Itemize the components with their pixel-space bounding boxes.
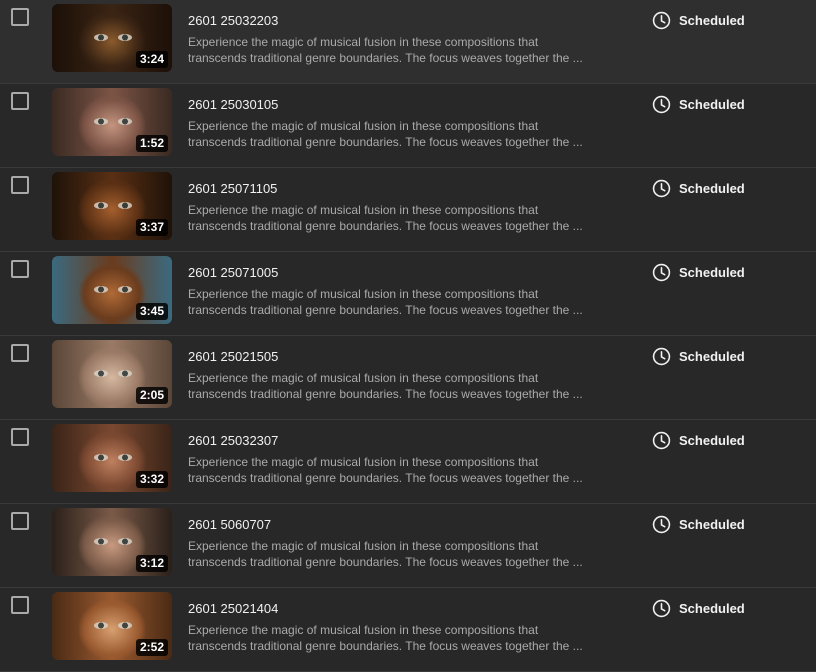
video-title[interactable]: 2601 5060707 bbox=[188, 517, 271, 532]
status-label: Scheduled bbox=[679, 180, 745, 196]
thumbnail-eye bbox=[94, 34, 108, 41]
status-label: Scheduled bbox=[679, 348, 745, 364]
duration-badge: 2:05 bbox=[135, 387, 168, 404]
video-description: Experience the magic of musical fusion i… bbox=[188, 455, 583, 485]
video-row[interactable]: 3:24 2601 25032203 Experience the magic … bbox=[0, 0, 816, 84]
video-title[interactable]: 2601 25032307 bbox=[188, 433, 278, 448]
duration-badge: 3:37 bbox=[135, 219, 168, 236]
video-row[interactable]: 3:37 2601 25071105 Experience the magic … bbox=[0, 168, 816, 252]
video-row[interactable]: 2:05 2601 25021505 Experience the magic … bbox=[0, 336, 816, 420]
thumbnail-eye bbox=[118, 538, 132, 545]
thumbnail-eye bbox=[118, 34, 132, 41]
duration-badge: 2:52 bbox=[135, 639, 168, 656]
thumbnail-eye bbox=[94, 286, 108, 293]
thumbnail-eye bbox=[94, 454, 108, 461]
duration-badge: 3:45 bbox=[135, 303, 168, 320]
video-description: Experience the magic of musical fusion i… bbox=[188, 35, 583, 65]
duration-badge: 1:52 bbox=[135, 135, 168, 152]
visibility-status: Scheduled bbox=[652, 514, 745, 534]
video-title[interactable]: 2601 25071005 bbox=[188, 265, 278, 280]
row-checkbox[interactable] bbox=[11, 176, 29, 194]
status-label: Scheduled bbox=[679, 264, 745, 280]
video-row[interactable]: 3:12 2601 5060707 Experience the magic o… bbox=[0, 504, 816, 588]
thumbnail-eye bbox=[118, 202, 132, 209]
row-checkbox[interactable] bbox=[11, 260, 29, 278]
thumbnail-eye bbox=[94, 622, 108, 629]
duration-badge: 3:32 bbox=[135, 471, 168, 488]
video-thumbnail[interactable]: 3:24 bbox=[52, 4, 172, 72]
clock-icon bbox=[652, 515, 671, 533]
video-title[interactable]: 2601 25030105 bbox=[188, 97, 278, 112]
video-description: Experience the magic of musical fusion i… bbox=[188, 119, 583, 149]
thumbnail-eye bbox=[94, 370, 108, 377]
row-checkbox[interactable] bbox=[11, 8, 29, 26]
video-thumbnail[interactable]: 2:52 bbox=[52, 592, 172, 660]
video-thumbnail[interactable]: 3:32 bbox=[52, 424, 172, 492]
video-title[interactable]: 2601 25032203 bbox=[188, 13, 278, 28]
video-row[interactable]: 2:52 2601 25021404 Experience the magic … bbox=[0, 588, 816, 672]
thumbnail-eye bbox=[94, 538, 108, 545]
status-label: Scheduled bbox=[679, 432, 745, 448]
clock-icon bbox=[652, 347, 671, 365]
row-checkbox[interactable] bbox=[11, 344, 29, 362]
visibility-status: Scheduled bbox=[652, 10, 745, 30]
thumbnail-eye bbox=[94, 202, 108, 209]
video-title[interactable]: 2601 25021505 bbox=[188, 349, 278, 364]
visibility-status: Scheduled bbox=[652, 94, 745, 114]
row-checkbox[interactable] bbox=[11, 512, 29, 530]
thumbnail-eye bbox=[118, 286, 132, 293]
video-description: Experience the magic of musical fusion i… bbox=[188, 539, 583, 569]
clock-icon bbox=[652, 431, 671, 449]
clock-icon bbox=[652, 95, 671, 113]
visibility-status: Scheduled bbox=[652, 598, 745, 618]
row-checkbox[interactable] bbox=[11, 428, 29, 446]
row-checkbox[interactable] bbox=[11, 92, 29, 110]
video-row[interactable]: 3:32 2601 25032307 Experience the magic … bbox=[0, 420, 816, 504]
video-description: Experience the magic of musical fusion i… bbox=[188, 623, 583, 653]
duration-badge: 3:24 bbox=[135, 51, 168, 68]
video-row[interactable]: 3:45 2601 25071005 Experience the magic … bbox=[0, 252, 816, 336]
video-description: Experience the magic of musical fusion i… bbox=[188, 203, 583, 233]
duration-badge: 3:12 bbox=[135, 555, 168, 572]
status-label: Scheduled bbox=[679, 600, 745, 616]
video-thumbnail[interactable]: 3:45 bbox=[52, 256, 172, 324]
video-row[interactable]: 1:52 2601 25030105 Experience the magic … bbox=[0, 84, 816, 168]
thumbnail-eye bbox=[118, 370, 132, 377]
video-description: Experience the magic of musical fusion i… bbox=[188, 287, 583, 317]
visibility-status: Scheduled bbox=[652, 430, 745, 450]
row-checkbox[interactable] bbox=[11, 596, 29, 614]
clock-icon bbox=[652, 11, 671, 29]
clock-icon bbox=[652, 263, 671, 281]
thumbnail-eye bbox=[94, 118, 108, 125]
thumbnail-eye bbox=[118, 118, 132, 125]
status-label: Scheduled bbox=[679, 12, 745, 28]
thumbnail-eye bbox=[118, 622, 132, 629]
video-title[interactable]: 2601 25021404 bbox=[188, 601, 278, 616]
video-thumbnail[interactable]: 3:37 bbox=[52, 172, 172, 240]
video-list: 3:24 2601 25032203 Experience the magic … bbox=[0, 0, 816, 672]
video-description: Experience the magic of musical fusion i… bbox=[188, 371, 583, 401]
video-title[interactable]: 2601 25071105 bbox=[188, 181, 277, 196]
video-thumbnail[interactable]: 3:12 bbox=[52, 508, 172, 576]
visibility-status: Scheduled bbox=[652, 262, 745, 282]
thumbnail-eye bbox=[118, 454, 132, 461]
video-thumbnail[interactable]: 2:05 bbox=[52, 340, 172, 408]
status-label: Scheduled bbox=[679, 96, 745, 112]
visibility-status: Scheduled bbox=[652, 178, 745, 198]
clock-icon bbox=[652, 599, 671, 617]
visibility-status: Scheduled bbox=[652, 346, 745, 366]
status-label: Scheduled bbox=[679, 516, 745, 532]
video-thumbnail[interactable]: 1:52 bbox=[52, 88, 172, 156]
clock-icon bbox=[652, 179, 671, 197]
